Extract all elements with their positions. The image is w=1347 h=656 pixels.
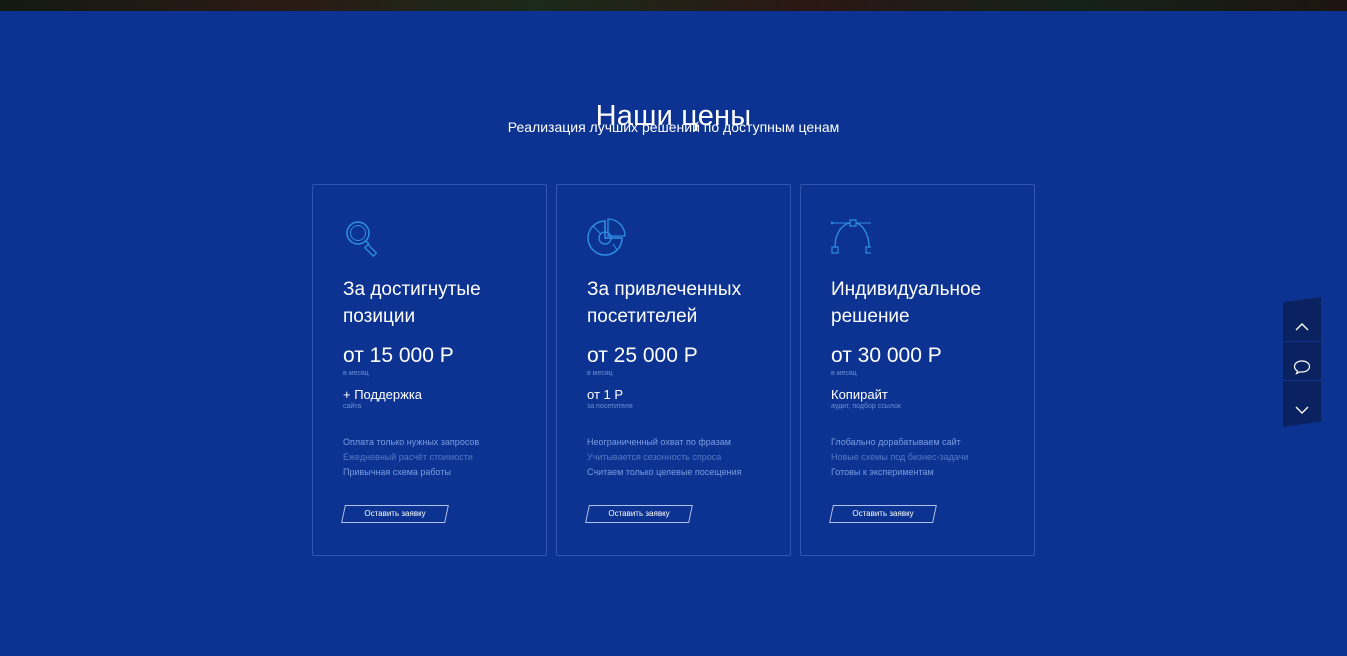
side-navigation: [1283, 297, 1321, 428]
feature-item: Оплата только нужных запросов: [343, 437, 480, 447]
card-title: За достигнутые позиции: [343, 279, 481, 327]
feature-item: Новые схемы под бизнес-задачи: [831, 452, 969, 462]
search-icon: [343, 218, 383, 258]
section-subtitle: Реализация лучших решений по доступным ц…: [507, 119, 840, 135]
card-extra-note: аудит, подбор ссылок: [831, 403, 901, 410]
feature-item: Неограниченный охват по фразам: [587, 437, 731, 447]
card-extra: + Поддержка: [343, 387, 423, 402]
card-extra-note: сайта: [343, 403, 362, 410]
feature-item: Ежедневный расчёт стоимости: [343, 452, 473, 462]
card-title: За привлеченных посетителей: [587, 279, 742, 327]
submit-request-label: Оставить заявку: [364, 509, 426, 518]
card-price: от 30 000 Р: [831, 344, 942, 367]
hero-image-bottom-edge: [0, 0, 1347, 11]
submit-request-label: Оставить заявку: [852, 509, 914, 518]
bezier-pen-icon: [830, 218, 874, 258]
card-title: Индивидуальное решение: [831, 279, 982, 327]
submit-request-button[interactable]: Оставить заявку: [341, 505, 449, 523]
feature-item: Считаем только целевые посещения: [587, 467, 742, 477]
feature-item: Готовы к экспериментам: [831, 467, 934, 477]
feature-item: Привычная схема работы: [343, 467, 451, 477]
card-price-note: в месяц: [587, 370, 613, 377]
card-extra-note: за посетителя: [587, 403, 633, 410]
submit-request-button[interactable]: Оставить заявку: [829, 505, 937, 523]
card-price-note: в месяц: [343, 370, 369, 377]
card-price: от 25 000 Р: [587, 344, 698, 367]
card-extra: от 1 Р: [587, 387, 624, 402]
submit-request-button[interactable]: Оставить заявку: [585, 505, 693, 523]
pricing-card-visitors: За привлеченных посетителей от 25 000 Р …: [556, 184, 791, 556]
submit-request-label: Оставить заявку: [608, 509, 670, 518]
card-features: Глобально дорабатываем сайт Новые схемы …: [831, 435, 968, 480]
card-price-note: в месяц: [831, 370, 857, 377]
chat-bubble-icon: [1283, 359, 1321, 375]
scroll-down-button[interactable]: [1283, 381, 1321, 427]
chevron-down-icon: [1283, 402, 1321, 418]
pricing-card-positions: За достигнутые позиции от 15 000 Р в мес…: [312, 184, 547, 556]
scroll-up-button[interactable]: [1283, 297, 1321, 341]
card-features: Неограниченный охват по фразам Учитывает…: [587, 435, 742, 480]
card-extra: Копирайт: [831, 387, 888, 402]
feature-item: Глобально дорабатываем сайт: [831, 437, 961, 447]
pie-chart-icon: [587, 218, 627, 258]
pricing-card-custom: Индивидуальное решение от 30 000 Р в мес…: [800, 184, 1035, 556]
card-features: Оплата только нужных запросов Ежедневный…: [343, 435, 479, 480]
chat-button[interactable]: [1283, 342, 1321, 380]
feature-item: Учитывается сезонность спроса: [587, 452, 722, 462]
card-price: от 15 000 Р: [343, 344, 454, 367]
chevron-up-icon: [1283, 319, 1321, 335]
